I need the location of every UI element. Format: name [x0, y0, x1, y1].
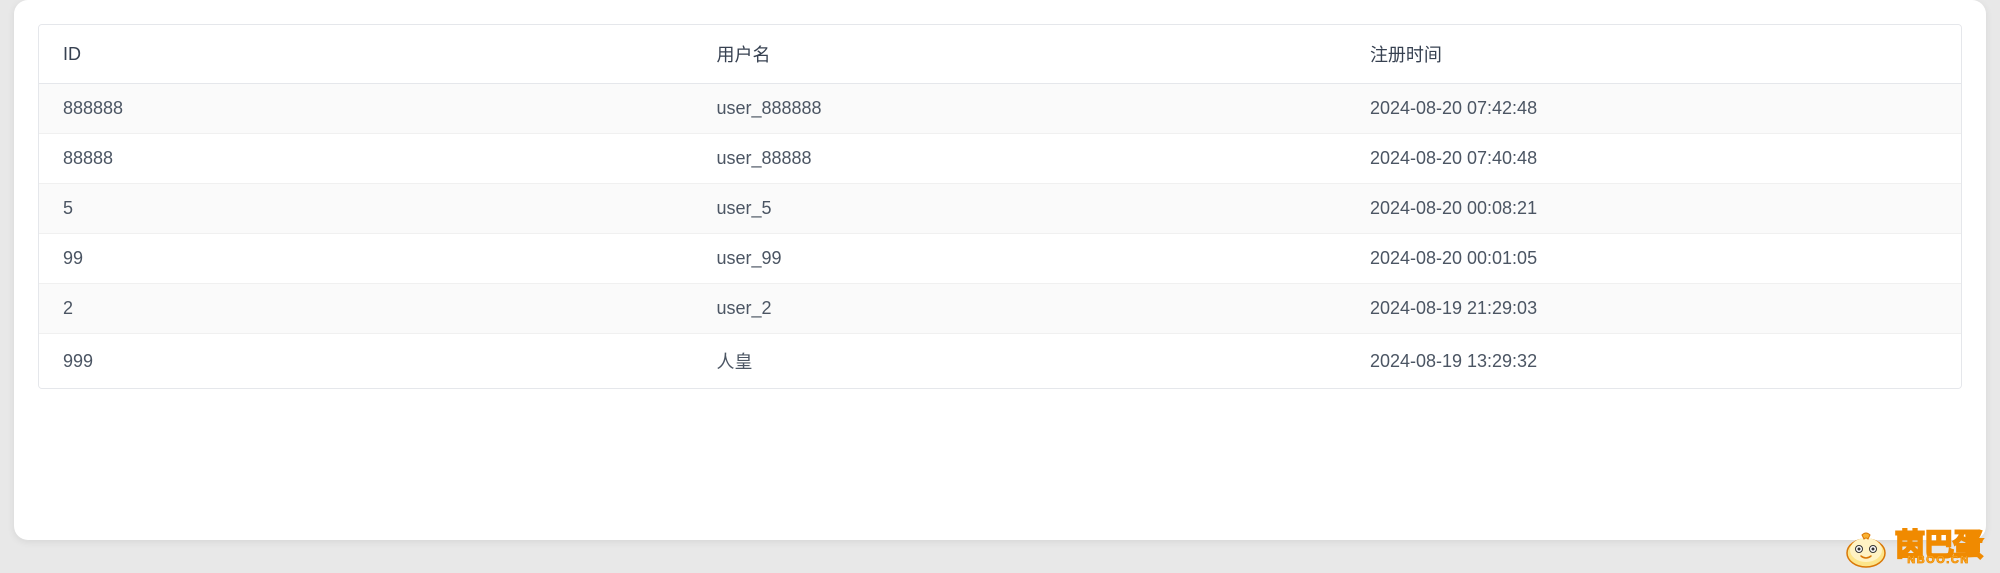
cell-id: 999 — [39, 334, 692, 389]
watermark-text: 茵巴蛋 NBOO.CN — [1895, 533, 1982, 566]
cell-registered-at: 2024-08-20 07:40:48 — [1346, 134, 1961, 184]
site-watermark: 茵巴蛋 NBOO.CN — [1843, 529, 1982, 569]
cell-username: user_99 — [692, 234, 1345, 284]
table-row[interactable]: 99user_992024-08-20 00:01:05 — [39, 234, 1961, 284]
cell-id: 888888 — [39, 84, 692, 134]
table-row[interactable]: 88888user_888882024-08-20 07:40:48 — [39, 134, 1961, 184]
cell-id: 2 — [39, 284, 692, 334]
cell-registered-at: 2024-08-19 13:29:32 — [1346, 334, 1961, 389]
user-table: ID 用户名 注册时间 888888user_8888882024-08-20 … — [39, 25, 1961, 388]
cell-id: 5 — [39, 184, 692, 234]
cell-registered-at: 2024-08-20 00:01:05 — [1346, 234, 1961, 284]
table-row[interactable]: 888888user_8888882024-08-20 07:42:48 — [39, 84, 1961, 134]
cell-username: user_888888 — [692, 84, 1345, 134]
header-id[interactable]: ID — [39, 25, 692, 84]
table-header-row: ID 用户名 注册时间 — [39, 25, 1961, 84]
table-wrapper: ID 用户名 注册时间 888888user_8888882024-08-20 … — [38, 24, 1962, 389]
table-row[interactable]: 999人皇2024-08-19 13:29:32 — [39, 334, 1961, 389]
cell-username: user_5 — [692, 184, 1345, 234]
cell-registered-at: 2024-08-20 00:08:21 — [1346, 184, 1961, 234]
watermark-sub: NBOO.CN — [1907, 556, 1969, 565]
header-registered-at[interactable]: 注册时间 — [1346, 25, 1961, 84]
cell-registered-at: 2024-08-19 21:29:03 — [1346, 284, 1961, 334]
cell-id: 88888 — [39, 134, 692, 184]
content-card: ID 用户名 注册时间 888888user_8888882024-08-20 … — [14, 0, 1986, 540]
cell-username: user_88888 — [692, 134, 1345, 184]
mascot-icon — [1843, 529, 1889, 569]
header-username[interactable]: 用户名 — [692, 25, 1345, 84]
cell-id: 99 — [39, 234, 692, 284]
table-row[interactable]: 5user_52024-08-20 00:08:21 — [39, 184, 1961, 234]
cell-username: 人皇 — [692, 334, 1345, 389]
table-row[interactable]: 2user_22024-08-19 21:29:03 — [39, 284, 1961, 334]
cell-registered-at: 2024-08-20 07:42:48 — [1346, 84, 1961, 134]
cell-username: user_2 — [692, 284, 1345, 334]
